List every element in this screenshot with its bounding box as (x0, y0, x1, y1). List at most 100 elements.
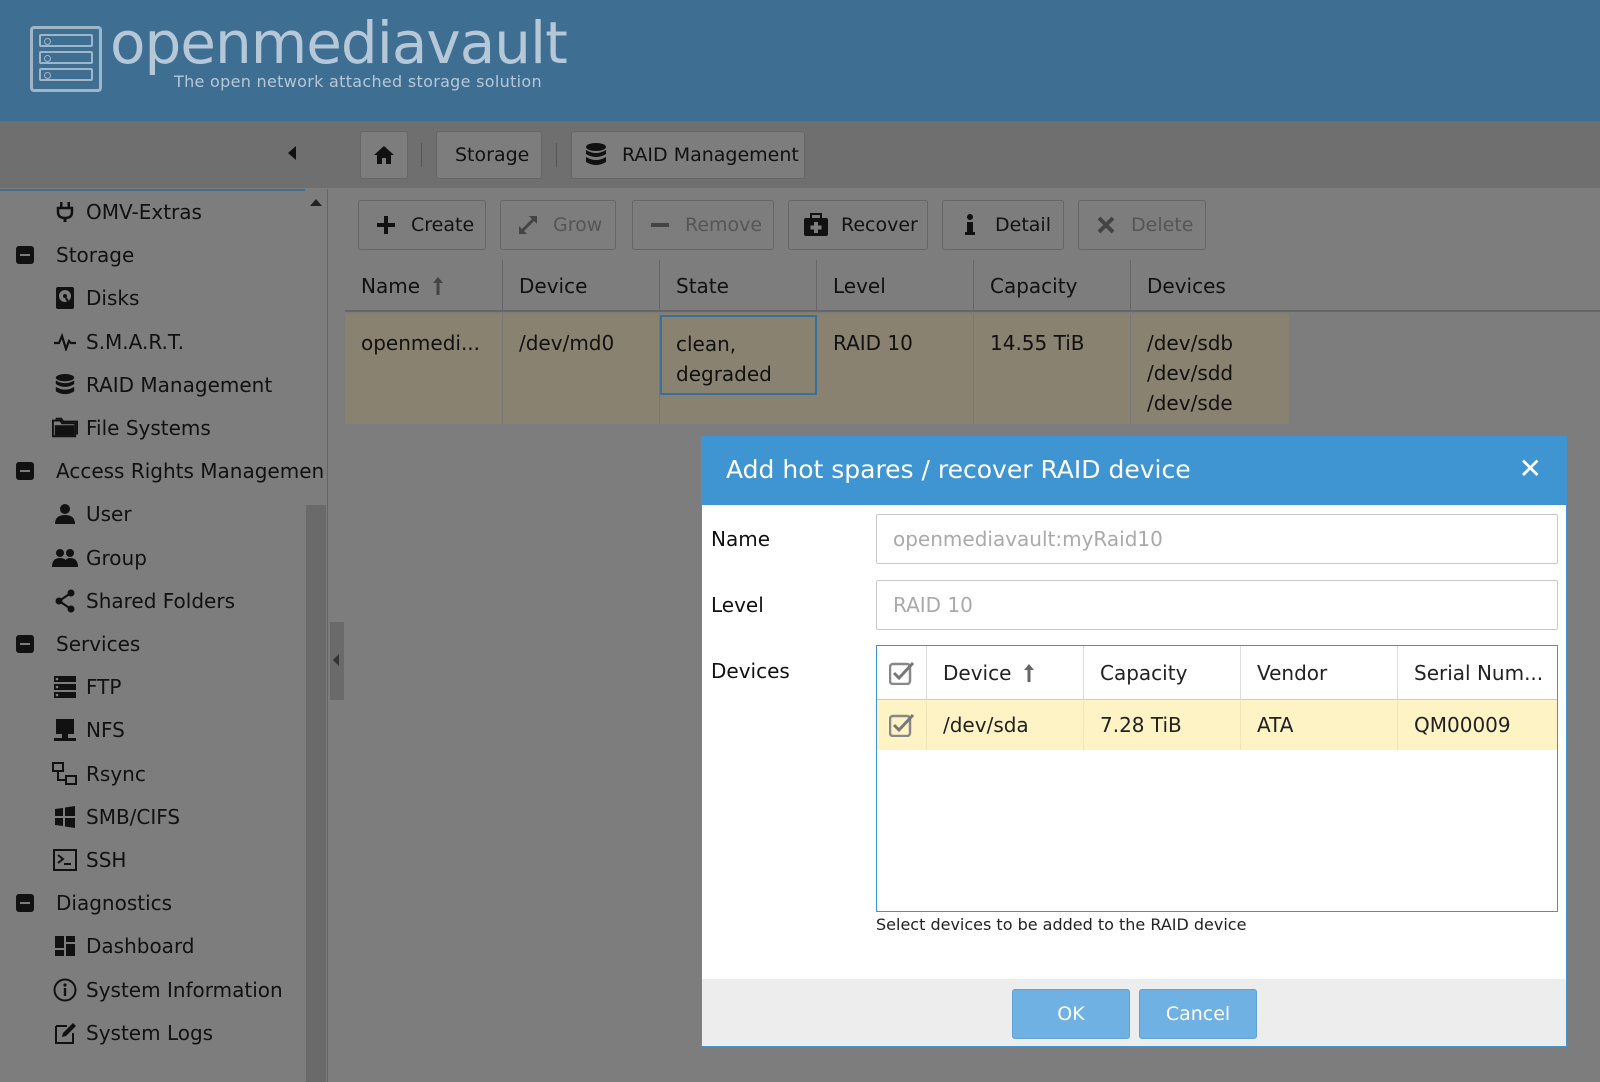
sidebar-item-s-m-a-r-t[interactable]: S.M.A.R.T. (52, 322, 184, 362)
medkit-icon (803, 213, 829, 237)
level-field[interactable]: RAID 10 (876, 580, 1558, 630)
state-line-2: degraded (676, 362, 772, 386)
sidebar-item-dashboard[interactable]: Dashboard (52, 926, 195, 966)
sidebar-item-smb-cifs[interactable]: SMB/CIFS (52, 797, 180, 837)
cell-capacity[interactable]: 14.55 TiB (974, 314, 1131, 424)
sidebar-item-label: File Systems (86, 416, 211, 440)
device-entry: /dev/sdb (1147, 331, 1234, 355)
sidebar-item-system-information[interactable]: System Information (52, 970, 283, 1010)
sidebar-item-label: Disks (86, 286, 140, 311)
sidebar-item-group[interactable]: Group (52, 538, 147, 578)
column-name-label: Name (361, 274, 421, 298)
column-capacity[interactable]: Capacity (1084, 646, 1241, 700)
nav-group-storage[interactable]: Storage (16, 235, 134, 275)
sidebar-splitter[interactable] (330, 622, 344, 700)
sidebar-item-disks[interactable]: Disks (52, 278, 139, 318)
detail-button[interactable]: Detail (942, 200, 1064, 250)
row-checkbox[interactable] (877, 700, 927, 750)
sidebar-item-label: Group (86, 545, 147, 570)
sidebar-item-label: S.M.A.R.T. (86, 329, 185, 354)
sidebar-item-ssh[interactable]: SSH (52, 840, 126, 880)
sidebar-item-shared-folders[interactable]: Shared Folders (52, 581, 235, 621)
monitor-icon (52, 717, 78, 743)
column-level[interactable]: Level (817, 260, 974, 312)
cell-name[interactable]: openmedi... (345, 314, 503, 424)
column-serial[interactable]: Serial Num... (1398, 646, 1557, 700)
column-name[interactable]: Name (345, 260, 503, 312)
collapse-icon[interactable] (16, 246, 34, 265)
cell-device[interactable]: /dev/sda (927, 700, 1084, 750)
sidebar-item-nfs[interactable]: NFS (52, 710, 125, 750)
level-label: Level (711, 593, 764, 617)
database-icon (586, 143, 606, 165)
ok-button[interactable]: OK (1012, 989, 1130, 1039)
column-device-label: Device (943, 660, 1012, 685)
nav-group-services[interactable]: Services (16, 624, 140, 664)
logo-icon (30, 26, 102, 92)
create-button[interactable]: Create (358, 200, 486, 250)
cancel-button[interactable]: Cancel (1139, 989, 1257, 1039)
collapse-icon[interactable] (16, 462, 34, 481)
breadcrumb-storage[interactable]: Storage (436, 131, 542, 179)
nav-group-diagnostics[interactable]: Diagnostics (16, 883, 172, 923)
scroll-up-icon[interactable] (310, 199, 322, 206)
delete-button[interactable]: Delete (1078, 200, 1206, 250)
collapse-icon[interactable] (16, 894, 34, 913)
sidebar-item-file-systems[interactable]: File Systems (52, 408, 211, 448)
dialog-footer (702, 979, 1566, 1046)
remove-button[interactable]: Remove (632, 200, 774, 250)
column-devices[interactable]: Devices (1131, 260, 1289, 312)
column-device[interactable]: Device (927, 646, 1084, 700)
sidebar-item-user[interactable]: User (52, 494, 132, 534)
devices-grid: Device Capacity Vendor Serial Num... /de… (876, 645, 1558, 912)
breadcrumb-home[interactable] (360, 131, 408, 179)
nav-group-access-rights-managemen[interactable]: Access Rights Managemen (16, 451, 324, 491)
sidebar-item-omv-extras[interactable]: OMV-Extras (52, 192, 202, 232)
cell-capacity[interactable]: 7.28 TiB (1084, 700, 1241, 750)
breadcrumb-raid-label: RAID Management (622, 144, 799, 166)
sidebar-item-system-logs[interactable]: System Logs (52, 1013, 213, 1053)
devices-label: Devices (711, 659, 790, 683)
terminal-icon (52, 847, 78, 873)
cell-serial[interactable]: QM00009 (1398, 700, 1557, 750)
group-icon (52, 545, 78, 571)
cell-devices[interactable]: /dev/sdb /dev/sdd /dev/sde (1131, 314, 1289, 424)
column-device[interactable]: Device (503, 260, 660, 312)
sidebar-item-rsync[interactable]: Rsync (52, 754, 146, 794)
sidebar-item-label: Diagnostics (56, 891, 173, 916)
sidebar-item-label: Dashboard (86, 934, 195, 959)
grow-button[interactable]: Grow (500, 200, 616, 250)
expand-icon (515, 214, 541, 236)
nav-scrollbar-thumb[interactable] (306, 505, 326, 1082)
collapse-icon[interactable] (16, 635, 34, 653)
name-field[interactable]: openmediavault:myRaid10 (876, 514, 1558, 564)
database-icon (52, 372, 78, 398)
cell-vendor[interactable]: ATA (1241, 700, 1398, 750)
close-icon[interactable]: ✕ (1519, 455, 1542, 483)
sidebar-header (0, 121, 330, 188)
breadcrumb-raid-management[interactable]: RAID Management (571, 131, 805, 179)
sidebar-item-ftp[interactable]: FTP (52, 667, 121, 707)
recover-button[interactable]: Recover (788, 200, 928, 250)
device-entry: /dev/sdd (1147, 361, 1234, 385)
column-capacity[interactable]: Capacity (974, 260, 1131, 312)
network-icon (52, 761, 78, 787)
cell-state[interactable]: clean, degraded (660, 315, 817, 395)
detail-label: Detail (995, 214, 1051, 236)
sidebar-item-label: User (86, 502, 132, 527)
sidebar-item-label: Storage (56, 243, 135, 268)
share-icon (52, 588, 78, 614)
select-all-checkbox[interactable] (877, 646, 927, 700)
column-state[interactable]: State (660, 260, 817, 312)
cell-device[interactable]: /dev/md0 (503, 314, 660, 424)
sidebar-item-label: System Logs (86, 1020, 214, 1045)
sidebar-item-raid-management[interactable]: RAID Management (52, 365, 272, 405)
info-icon (957, 214, 983, 236)
cell-level[interactable]: RAID 10 (817, 314, 974, 424)
collapse-sidebar-icon[interactable] (288, 146, 296, 160)
sidebar-item-label: FTP (86, 675, 122, 700)
sidebar-item-label: Rsync (86, 761, 146, 786)
recover-label: Recover (841, 214, 918, 236)
info-icon (52, 977, 78, 1003)
column-vendor[interactable]: Vendor (1241, 646, 1398, 700)
